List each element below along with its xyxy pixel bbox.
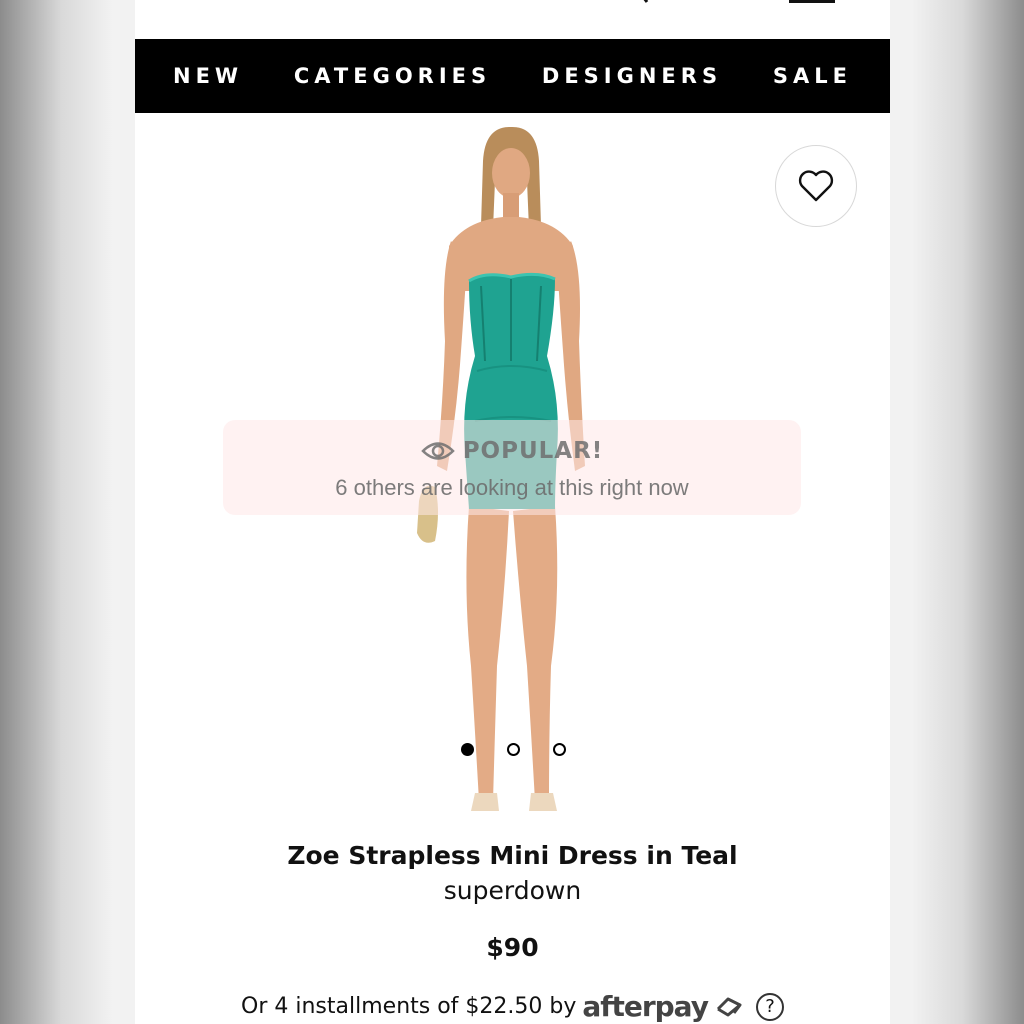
main-nav: NEW CATEGORIES DESIGNERS SALE [135, 39, 890, 113]
product-title: Zoe Strapless Mini Dress in Teal [287, 841, 738, 870]
afterpay-installments: Or 4 installments of $22.50 by afterpay … [135, 990, 890, 1023]
product-image-carousel[interactable]: POPULAR! 6 others are looking at this ri… [135, 113, 890, 833]
carousel-dot-2[interactable] [507, 743, 520, 756]
eye-icon [420, 442, 455, 460]
popular-title-text: POPULAR! [462, 438, 604, 464]
favorite-button[interactable] [775, 145, 857, 227]
nav-new[interactable]: NEW [173, 64, 243, 88]
product-info: Zoe Strapless Mini Dress in Teal superdo… [135, 838, 890, 962]
afterpay-logo: afterpay [582, 990, 709, 1023]
question-icon[interactable]: ? [755, 992, 784, 1021]
nav-designers[interactable]: DESIGNERS [542, 64, 722, 88]
heart-icon [798, 170, 834, 202]
menu-icon[interactable] [789, 0, 835, 3]
top-bar [135, 0, 890, 39]
popularity-notice: POPULAR! 6 others are looking at this ri… [223, 420, 801, 515]
nav-sale[interactable]: SALE [773, 64, 852, 88]
search-icon[interactable] [635, 0, 649, 4]
product-price: $90 [486, 933, 539, 962]
carousel-dot-1[interactable] [461, 743, 474, 756]
carousel-dot-3[interactable] [553, 743, 566, 756]
product-brand[interactable]: superdown [135, 876, 890, 905]
installments-text: Or 4 installments of $22.50 by [241, 994, 577, 1019]
popular-viewers-text: 6 others are looking at this right now [335, 475, 689, 500]
popular-title: POPULAR! [223, 438, 801, 464]
nav-categories[interactable]: CATEGORIES [294, 64, 491, 88]
carousel-indicators [457, 743, 567, 759]
afterpay-arrows-icon [716, 997, 742, 1016]
product-page: NEW CATEGORIES DESIGNERS SALE POPULAR! 6… [135, 0, 890, 1024]
